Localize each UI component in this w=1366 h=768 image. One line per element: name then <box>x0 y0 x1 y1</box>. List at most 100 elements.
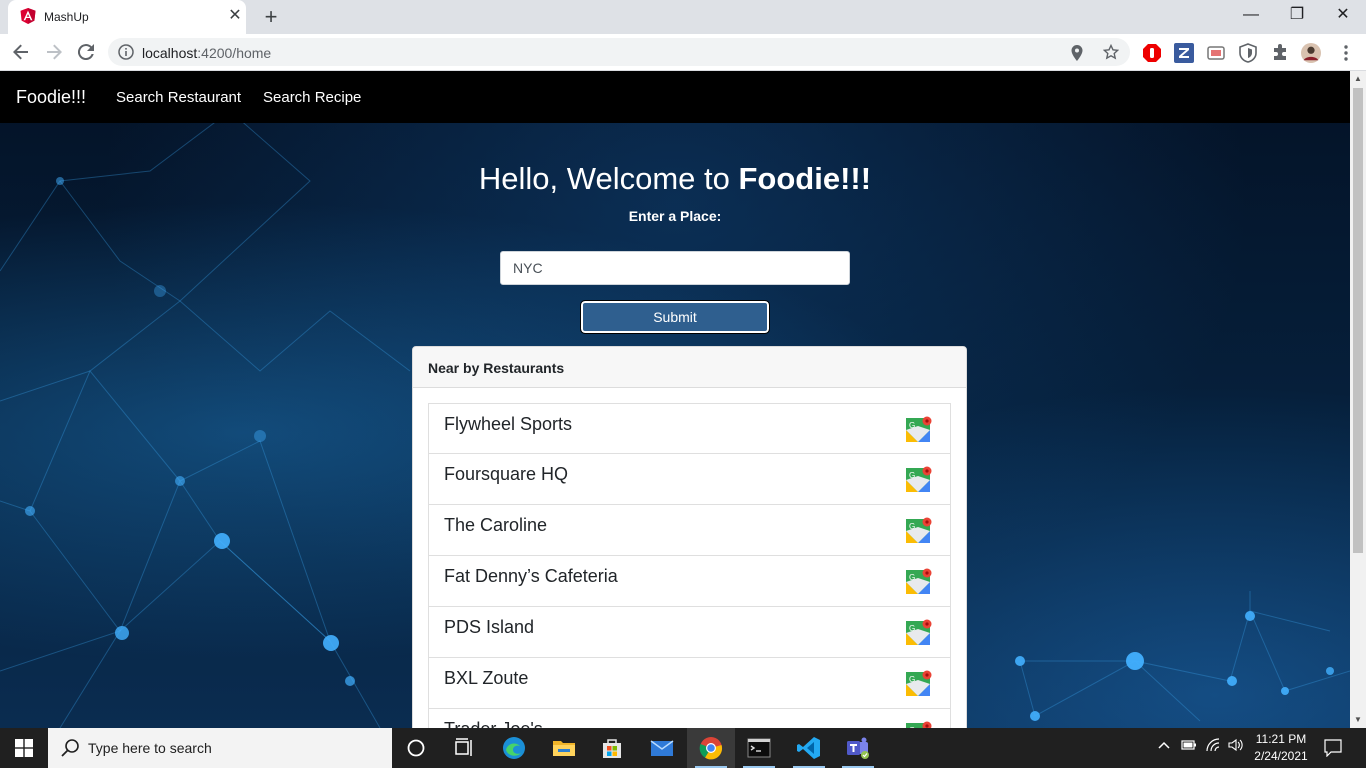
cortana-button[interactable] <box>392 728 440 768</box>
taskbar-clock[interactable]: 11:21 PM 2/24/2021 <box>1246 731 1316 765</box>
vscode-icon <box>797 737 820 759</box>
angular-icon <box>20 8 36 24</box>
terminal-icon <box>747 738 771 758</box>
task-view-button[interactable] <box>440 728 488 768</box>
location-pin-icon[interactable] <box>1070 45 1084 61</box>
browser-tabstrip: MashUp ✕ + — ❐ ✕ <box>0 0 1366 34</box>
svg-text:G: G <box>909 573 915 582</box>
google-maps-icon[interactable]: G <box>906 568 932 594</box>
profile-avatar-icon[interactable] <box>1301 43 1321 63</box>
battery-icon[interactable] <box>1181 738 1197 755</box>
scroll-down-arrow-icon[interactable]: ▼ <box>1350 712 1366 728</box>
bookmark-star-icon[interactable] <box>1103 44 1119 60</box>
windows-logo-icon <box>15 739 33 757</box>
google-maps-icon[interactable]: G <box>906 619 932 645</box>
svg-text:G: G <box>909 421 915 430</box>
svg-text:G: G <box>909 471 915 480</box>
clock-time: 11:21 PM <box>1255 732 1307 746</box>
close-window-button[interactable]: ✕ <box>1320 0 1366 34</box>
restaurant-name: The Caroline <box>444 515 548 535</box>
google-maps-icon[interactable]: G <box>906 466 932 492</box>
google-maps-icon[interactable]: G <box>906 670 932 696</box>
wifi-icon[interactable] <box>1206 738 1222 755</box>
reload-button[interactable] <box>74 40 98 64</box>
restaurant-item[interactable]: Flywheel Sports G <box>428 403 951 454</box>
google-maps-icon[interactable]: G <box>906 517 932 543</box>
reload-icon <box>77 44 94 61</box>
address-bar[interactable]: localhost:4200/home <box>108 38 1130 66</box>
show-hidden-icons-chevron-icon[interactable] <box>1157 738 1171 755</box>
extensions-puzzle-icon[interactable] <box>1270 43 1290 63</box>
navbar-brand[interactable]: Foodie!!! <box>16 87 86 108</box>
tab-close-button[interactable]: ✕ <box>226 7 244 25</box>
cast-icon[interactable] <box>1206 43 1226 63</box>
browser-tab[interactable]: MashUp ✕ <box>8 0 246 34</box>
wifi-glyph-icon <box>1206 738 1220 752</box>
start-button[interactable] <box>0 728 48 768</box>
restaurant-item[interactable]: BXL Zoute G <box>428 658 951 709</box>
submit-button[interactable]: Submit <box>580 300 770 334</box>
volume-icon[interactable] <box>1228 738 1244 755</box>
notification-chat-icon <box>1324 739 1342 758</box>
restaurant-list: Flywheel Sports G Foursquare HQ G The Caro… <box>428 403 951 728</box>
taskbar-teams[interactable] <box>834 728 882 768</box>
task-view-icon <box>455 738 472 756</box>
restaurant-item[interactable]: Fat Denny’s Cafeteria G <box>428 556 951 607</box>
taskbar-file-explorer[interactable] <box>540 728 588 768</box>
chevron-up-icon <box>1158 741 1170 749</box>
kebab-menu-icon[interactable] <box>1336 43 1356 63</box>
restaurant-item[interactable]: The Caroline G <box>428 505 951 556</box>
back-button[interactable] <box>9 40 33 64</box>
restaurant-name: Foursquare HQ <box>444 464 569 484</box>
url-text[interactable]: localhost:4200/home <box>142 45 271 61</box>
minimize-button[interactable]: — <box>1228 0 1274 34</box>
place-label: Enter a Place: <box>628 208 722 224</box>
info-icon[interactable] <box>118 44 134 60</box>
welcome-heading: Hello, Welcome to Foodie!!! <box>0 161 1350 197</box>
restaurants-card-title: Near by Restaurants <box>428 360 565 376</box>
shield-icon[interactable] <box>1238 43 1258 63</box>
new-tab-button[interactable]: + <box>259 5 283 29</box>
restaurant-name: PDS Island <box>444 617 535 637</box>
restaurant-name: Trader Joe's <box>444 719 543 728</box>
restore-button[interactable]: ❐ <box>1274 0 1320 34</box>
notifications-button[interactable] <box>1324 739 1342 760</box>
search-icon <box>61 739 79 757</box>
restaurant-name: Flywheel Sports <box>444 414 573 434</box>
taskbar-store[interactable] <box>588 728 636 768</box>
welcome-prefix: Hello, Welcome to <box>478 161 739 196</box>
restaurants-card: Near by Restaurants Flywheel Sports G Fou… <box>412 346 967 728</box>
nav-link-search-recipe[interactable]: Search Recipe <box>263 89 361 106</box>
svg-text:G: G <box>909 624 915 633</box>
svg-text:G: G <box>909 675 915 684</box>
restaurant-item[interactable]: Trader Joe's G <box>428 709 951 728</box>
scrollbar-thumb[interactable] <box>1353 88 1363 553</box>
taskbar-edge[interactable] <box>490 728 538 768</box>
scroll-up-arrow-icon[interactable]: ▲ <box>1350 71 1366 87</box>
taskbar-terminal[interactable] <box>735 728 783 768</box>
forward-button[interactable] <box>42 40 66 64</box>
url-host: localhost <box>142 45 198 61</box>
zotero-icon[interactable] <box>1174 43 1194 63</box>
taskbar-search-box[interactable]: Type here to search <box>48 728 392 768</box>
back-arrow-icon <box>13 44 28 60</box>
chrome-icon <box>699 737 723 760</box>
google-maps-icon[interactable]: G <box>906 416 932 442</box>
welcome-brand: Foodie!!! <box>738 161 872 196</box>
nav-link-search-restaurant[interactable]: Search Restaurant <box>116 89 241 106</box>
restaurant-item[interactable]: PDS Island G <box>428 607 951 658</box>
page-scrollbar[interactable]: ▲ ▼ <box>1350 71 1366 728</box>
folder-icon <box>553 741 575 756</box>
place-input[interactable] <box>500 251 850 285</box>
adblock-icon[interactable] <box>1142 43 1162 63</box>
restaurant-name: Fat Denny’s Cafeteria <box>444 566 618 586</box>
restaurant-item[interactable]: Foursquare HQ G <box>428 454 951 505</box>
taskbar-chrome[interactable] <box>687 728 735 768</box>
google-maps-icon[interactable]: G <box>906 721 932 728</box>
taskbar-mail[interactable] <box>638 728 686 768</box>
windows-taskbar: Type here to search 11:21 PM 2/24/2021 <box>0 728 1366 768</box>
cortana-circle-icon <box>407 739 425 757</box>
taskbar-vscode[interactable] <box>785 728 833 768</box>
speaker-glyph-icon <box>1228 738 1243 752</box>
forward-arrow-icon <box>47 44 62 60</box>
